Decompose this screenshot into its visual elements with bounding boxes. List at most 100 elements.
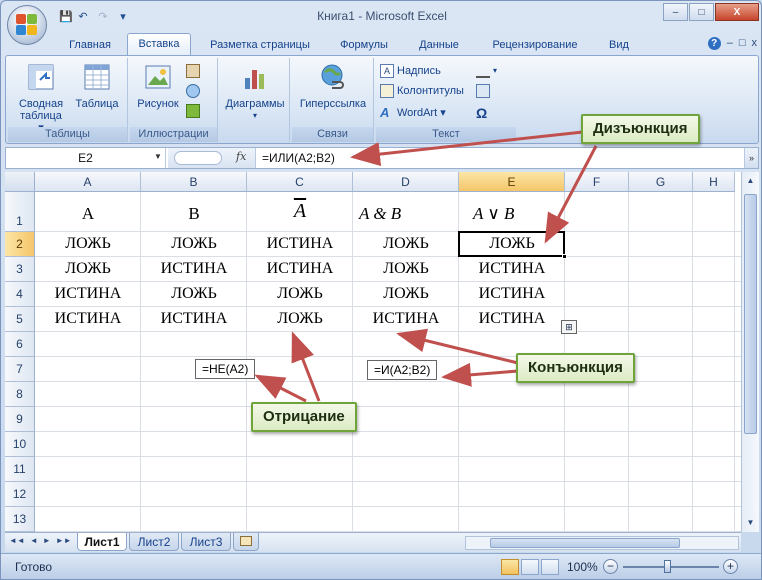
column-header-f[interactable]: F bbox=[565, 172, 629, 192]
signature-line-button[interactable]: ▾ bbox=[476, 62, 497, 80]
ribbon-close-icon[interactable]: x bbox=[752, 37, 758, 50]
cell-e5[interactable]: ИСТИНА bbox=[459, 310, 565, 328]
row-header-12[interactable]: 12 bbox=[5, 482, 35, 507]
cell-c5[interactable]: ЛОЖЬ bbox=[247, 310, 353, 328]
cell-e3[interactable]: ИСТИНА bbox=[459, 260, 565, 278]
close-button[interactable]: X bbox=[715, 3, 759, 21]
header-cell-e1[interactable]: A ∨ B bbox=[459, 204, 565, 224]
tab-home[interactable]: Главная bbox=[59, 35, 121, 55]
cell-c3[interactable]: ИСТИНА bbox=[247, 260, 353, 278]
zoom-out-button[interactable]: − bbox=[603, 559, 618, 574]
column-header-c[interactable]: C bbox=[247, 172, 353, 192]
minimize-button[interactable]: – bbox=[663, 3, 688, 21]
picture-button[interactable]: Рисунок bbox=[134, 62, 182, 110]
office-button[interactable] bbox=[7, 5, 47, 45]
cell-d4[interactable]: ЛОЖЬ bbox=[353, 285, 459, 303]
ribbon-restore-icon[interactable]: □ bbox=[739, 37, 746, 50]
maximize-button[interactable]: □ bbox=[689, 3, 714, 21]
sheet-tab-1[interactable]: Лист1 bbox=[77, 533, 127, 551]
row-header-13[interactable]: 13 bbox=[5, 507, 35, 532]
cell-b5[interactable]: ИСТИНА bbox=[141, 310, 247, 328]
select-all-corner[interactable] bbox=[5, 172, 35, 192]
scroll-up-icon[interactable]: ▲ bbox=[744, 174, 757, 188]
pivot-table-button[interactable]: Сводная таблица ▾ bbox=[16, 62, 66, 134]
table-button[interactable]: Таблица bbox=[72, 62, 122, 110]
header-cell-a1[interactable]: A bbox=[35, 204, 141, 224]
tab-review[interactable]: Рецензирование bbox=[481, 35, 589, 55]
row-header-1[interactable]: 1 bbox=[5, 192, 35, 232]
row-header-10[interactable]: 10 bbox=[5, 432, 35, 457]
zoom-level[interactable]: 100% bbox=[567, 560, 598, 574]
row-header-3[interactable]: 3 bbox=[5, 257, 35, 282]
cell-d3[interactable]: ЛОЖЬ bbox=[353, 260, 459, 278]
cell-b2[interactable]: ЛОЖЬ bbox=[141, 235, 247, 253]
ribbon-minimize-icon[interactable]: – bbox=[727, 37, 733, 50]
shapes-button[interactable] bbox=[186, 82, 200, 100]
cell-d5[interactable]: ИСТИНА bbox=[353, 310, 459, 328]
insert-sheet-button[interactable] bbox=[233, 533, 259, 551]
formula-cancel-enter[interactable] bbox=[174, 151, 222, 165]
charts-button[interactable]: Диаграммы ▾ bbox=[222, 62, 288, 122]
column-header-b[interactable]: B bbox=[141, 172, 247, 192]
insert-function-icon[interactable]: fx bbox=[236, 150, 246, 163]
column-header-d[interactable]: D bbox=[353, 172, 459, 192]
cell-a5[interactable]: ИСТИНА bbox=[35, 310, 141, 328]
row-header-5[interactable]: 5 bbox=[5, 307, 35, 332]
cell-c2[interactable]: ИСТИНА bbox=[247, 235, 353, 253]
cell-b4[interactable]: ЛОЖЬ bbox=[141, 285, 247, 303]
normal-view-button[interactable] bbox=[501, 559, 519, 575]
tab-view[interactable]: Вид bbox=[599, 35, 639, 55]
tab-formulas[interactable]: Формулы bbox=[331, 35, 397, 55]
column-header-g[interactable]: G bbox=[629, 172, 693, 192]
row-header-11[interactable]: 11 bbox=[5, 457, 35, 482]
last-sheet-icon[interactable]: ►► bbox=[56, 536, 72, 545]
cell-d2[interactable]: ЛОЖЬ bbox=[353, 235, 459, 253]
clipart-button[interactable] bbox=[186, 62, 200, 80]
formula-input[interactable]: =ИЛИ(A2;B2) bbox=[262, 148, 335, 168]
smartart-button[interactable] bbox=[186, 102, 200, 120]
textbox-button[interactable]: A Надпись bbox=[380, 62, 441, 80]
page-break-view-button[interactable] bbox=[541, 559, 559, 575]
header-cell-d1[interactable]: A & B bbox=[353, 204, 459, 224]
horizontal-scroll-thumb[interactable] bbox=[490, 538, 680, 548]
cell-c4[interactable]: ЛОЖЬ bbox=[247, 285, 353, 303]
sheet-tab-2[interactable]: Лист2 bbox=[129, 533, 179, 551]
symbol-button[interactable]: Ω bbox=[476, 104, 487, 122]
cell-e4[interactable]: ИСТИНА bbox=[459, 285, 565, 303]
header-footer-button[interactable]: Колонтитулы bbox=[380, 82, 464, 100]
zoom-slider-track[interactable] bbox=[623, 566, 719, 568]
row-header-2[interactable]: 2 bbox=[5, 232, 35, 257]
cell-a4[interactable]: ИСТИНА bbox=[35, 285, 141, 303]
zoom-slider-thumb[interactable] bbox=[664, 560, 671, 573]
help-icon[interactable]: ? bbox=[707, 37, 721, 50]
tab-insert[interactable]: Вставка bbox=[127, 33, 191, 56]
vertical-scroll-thumb[interactable] bbox=[744, 194, 757, 434]
cell-a3[interactable]: ЛОЖЬ bbox=[35, 260, 141, 278]
column-header-h[interactable]: H bbox=[693, 172, 735, 192]
page-layout-view-button[interactable] bbox=[521, 559, 539, 575]
selected-cell-e2[interactable] bbox=[458, 231, 565, 257]
row-header-4[interactable]: 4 bbox=[5, 282, 35, 307]
cell-a2[interactable]: ЛОЖЬ bbox=[35, 235, 141, 253]
zoom-in-button[interactable]: + bbox=[723, 559, 738, 574]
first-sheet-icon[interactable]: ◄◄ bbox=[9, 536, 25, 545]
expand-formula-bar-icon[interactable]: » bbox=[744, 148, 758, 168]
header-cell-b1[interactable]: B bbox=[141, 204, 247, 224]
object-button[interactable] bbox=[476, 82, 490, 100]
paste-options-icon[interactable]: ⊞ bbox=[561, 320, 577, 334]
wordart-button[interactable]: A WordArt ▾ bbox=[380, 104, 446, 122]
scroll-down-icon[interactable]: ▼ bbox=[744, 516, 757, 530]
row-header-8[interactable]: 8 bbox=[5, 382, 35, 407]
row-header-6[interactable]: 6 bbox=[5, 332, 35, 357]
prev-sheet-icon[interactable]: ◄ bbox=[30, 536, 38, 545]
next-sheet-icon[interactable]: ► bbox=[43, 536, 51, 545]
horizontal-scrollbar[interactable] bbox=[465, 536, 739, 550]
tab-data[interactable]: Данные bbox=[409, 35, 469, 55]
row-header-9[interactable]: 9 bbox=[5, 407, 35, 432]
fill-handle[interactable] bbox=[562, 254, 567, 259]
worksheet-grid[interactable]: A B C D E F G H 1 2 3 4 5 6 7 8 9 10 11 12 13 A B A A & BA ∨ B ЛО… bbox=[5, 172, 741, 532]
tab-page-layout[interactable]: Разметка страницы bbox=[199, 35, 321, 55]
row-header-7[interactable]: 7 bbox=[5, 357, 35, 382]
sheet-tab-3[interactable]: Лист3 bbox=[181, 533, 231, 551]
name-box-dropdown-icon[interactable]: ▼ bbox=[154, 152, 162, 161]
